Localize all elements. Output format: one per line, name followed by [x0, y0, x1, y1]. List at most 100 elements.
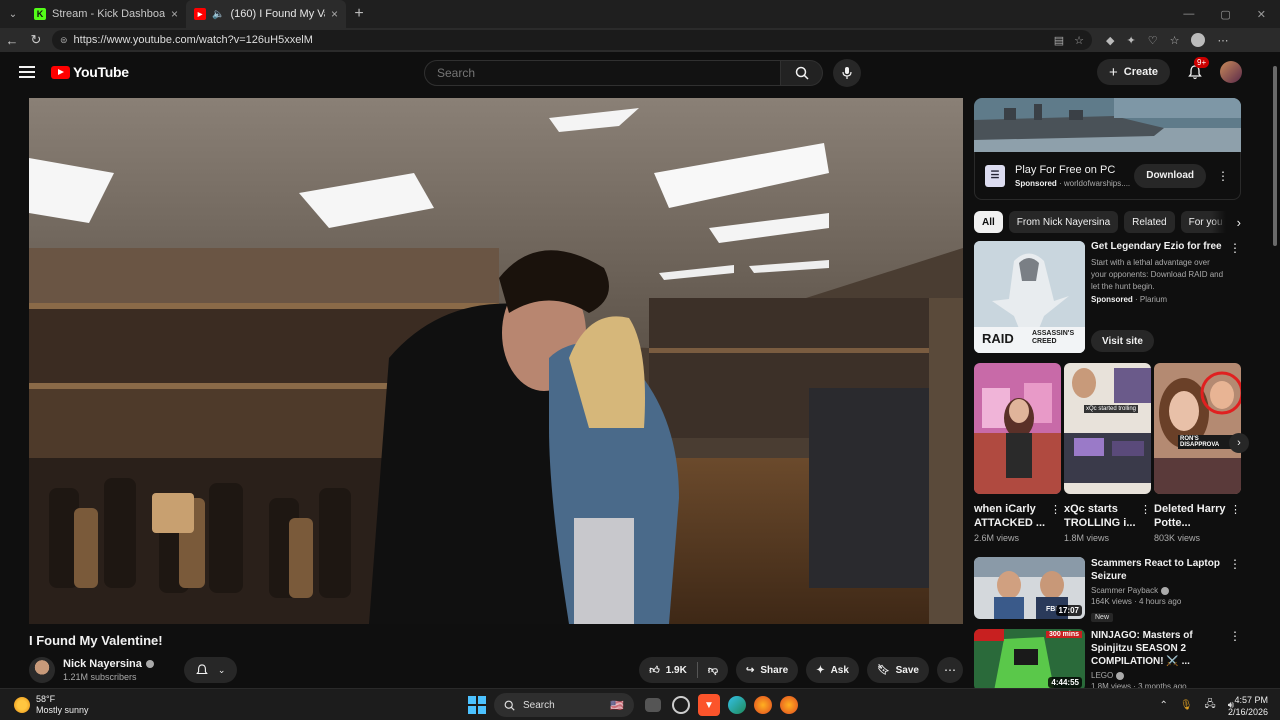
microphone-icon[interactable]: 🎙︎ [1180, 700, 1193, 711]
browser-tab-kick[interactable]: K Stream - Kick Dashboard × [26, 0, 186, 28]
maximize-icon[interactable]: ▢ [1220, 8, 1230, 21]
back-icon[interactable]: ← [0, 33, 24, 48]
search-input[interactable] [424, 60, 781, 86]
chip-from-channel[interactable]: From Nick Nayersina [1008, 211, 1119, 233]
recommended-video[interactable]: FBI 17:07 Scammers React to Laptop Seizu… [974, 557, 1241, 622]
brave-browser-icon[interactable]: ▼ [698, 694, 720, 716]
channel-name[interactable]: Nick Nayersina [63, 658, 142, 670]
menu-icon[interactable] [19, 66, 35, 78]
network-icon[interactable]: 🖧︎ [1205, 697, 1216, 714]
chip-related[interactable]: Related [1124, 211, 1175, 233]
extension-icon[interactable]: ◆ [1106, 34, 1114, 47]
site-info-icon[interactable]: ⊜ [60, 35, 68, 46]
video-title[interactable]: Scammers React to Laptop Seizure [1091, 557, 1227, 583]
create-button[interactable]: + Create [1096, 59, 1170, 85]
video-channel[interactable]: Scammer Payback [1091, 586, 1158, 595]
channel-name-row[interactable]: Nick Nayersina [63, 658, 154, 670]
like-dislike-group: 👍︎ 1.9K 👎︎ [639, 657, 728, 683]
ask-button[interactable]: ✦ Ask [806, 657, 859, 683]
video-thumbnail[interactable]: FBI 17:07 [974, 557, 1085, 619]
favorite-star-icon[interactable]: ☆ [1074, 34, 1084, 47]
ad-title[interactable]: Get Legendary Ezio for free [1091, 241, 1241, 252]
channel-avatar[interactable] [29, 657, 55, 683]
windows-start-icon[interactable] [468, 696, 486, 714]
video-thumbnail[interactable]: 300 mins 4:44:55 [974, 629, 1085, 691]
browser-tab-youtube[interactable]: ▶ 🔈 (160) I Found My Valentine! - × [186, 0, 346, 28]
firefox-icon[interactable] [780, 696, 798, 714]
ad-sponsor-line: Sponsored · worldofwarships.... [1015, 178, 1131, 188]
tab-list-chevron-icon[interactable]: ⌄ [0, 0, 26, 28]
weather-text: 58°F Mostly sunny [36, 694, 89, 716]
ask-label: Ask [830, 664, 849, 676]
clock[interactable]: 4:57 PM 2/16/2026 [1228, 694, 1268, 718]
chevron-up-icon[interactable]: ⌃ [1159, 700, 1167, 711]
close-icon[interactable]: × [171, 7, 178, 21]
short-thumbnail-art [974, 363, 1061, 494]
firefox-icon[interactable] [754, 696, 772, 714]
menu-dots-icon[interactable]: ⋯ [1217, 34, 1228, 47]
share-button[interactable]: ↪ Share [736, 657, 799, 683]
more-vertical-icon[interactable]: ⋮ [1229, 557, 1241, 571]
more-actions-button[interactable]: ⋯ [937, 657, 963, 683]
profile-icon[interactable] [1191, 33, 1206, 47]
search-button[interactable] [781, 60, 823, 86]
short-item[interactable]: when iCarly ATTACKED ... 2.6M views ⋮ [974, 363, 1061, 543]
short-item[interactable]: RON'S DISAPPROVA Deleted Harry Potte... … [1154, 363, 1241, 543]
video-player[interactable] [29, 98, 963, 624]
account-avatar[interactable] [1220, 61, 1242, 83]
reader-view-icon[interactable]: ▤ [1054, 34, 1064, 47]
task-view-icon[interactable] [645, 698, 661, 712]
reload-icon[interactable]: ↻ [24, 32, 48, 48]
short-thumbnail[interactable]: xQc started trolling [1064, 363, 1151, 494]
edge-browser-icon[interactable] [728, 696, 746, 714]
video-channel[interactable]: LEGO [1091, 671, 1113, 680]
recommended-video[interactable]: 300 mins 4:44:55 NINJAGO: Masters of Spi… [974, 629, 1241, 691]
sponsored-ad-card[interactable]: ☰ Play For Free on PC Sponsored · worldo… [974, 152, 1241, 200]
video-title[interactable]: NINJAGO: Masters of Spinjitzu SEASON 2 C… [1091, 629, 1227, 668]
youtube-logo[interactable]: YouTube [51, 64, 129, 80]
speaker-icon[interactable]: 🔈 [212, 9, 224, 20]
short-views: 1.8M views [1064, 533, 1110, 543]
search-icon [504, 700, 515, 711]
short-item[interactable]: xQc started trolling xQc starts TROLLING… [1064, 363, 1151, 543]
chip-all[interactable]: All [974, 211, 1003, 233]
subscription-bell-button[interactable]: ⌄ [183, 657, 238, 683]
short-thumbnail[interactable] [974, 363, 1061, 494]
share-label: Share [760, 664, 789, 676]
puzzle-icon[interactable]: ✦ [1126, 34, 1135, 47]
new-tab-button[interactable]: + [346, 5, 372, 23]
like-button[interactable]: 👍︎ 1.9K [639, 657, 697, 683]
notifications-button[interactable]: 9+ [1184, 57, 1210, 83]
scrollbar-thumb[interactable] [1273, 66, 1277, 246]
browser-address-row: ← ↻ ⊜ https://www.youtube.com/watch?v=12… [0, 28, 1280, 52]
more-vertical-icon[interactable]: ⋮ [1050, 503, 1061, 516]
url-field[interactable]: ⊜ https://www.youtube.com/watch?v=126uH5… [52, 30, 1092, 50]
ad-banner-image[interactable] [974, 98, 1241, 152]
sponsored-video-ad[interactable]: RAID ASSASSIN'S CREED Get Legendary Ezio… [974, 241, 1241, 353]
more-vertical-icon[interactable]: ⋮ [1140, 503, 1151, 516]
more-vertical-icon[interactable]: ⋮ [1216, 169, 1230, 183]
browser-essentials-icon[interactable]: ♡ [1148, 34, 1158, 47]
close-icon[interactable]: × [331, 7, 338, 21]
save-button[interactable]: 🔖︎ Save [866, 657, 929, 683]
minimize-icon[interactable]: — [1183, 8, 1194, 21]
chevron-right-icon[interactable]: › [1211, 211, 1241, 233]
ad-thumbnail[interactable]: RAID ASSASSIN'S CREED [974, 241, 1085, 353]
dislike-button[interactable]: 👎︎ [698, 657, 728, 683]
youtube-header: YouTube + Create 9+ [0, 52, 1270, 92]
close-window-icon[interactable]: ✕ [1257, 8, 1266, 21]
github-desktop-icon[interactable] [672, 696, 690, 714]
video-overlay-text: 300 mins [1046, 631, 1082, 638]
short-thumbnail[interactable]: RON'S DISAPPROVA [1154, 363, 1241, 494]
favorites-icon[interactable]: ☆ [1170, 34, 1180, 47]
visit-site-button[interactable]: Visit site [1091, 330, 1154, 352]
voice-search-button[interactable] [833, 59, 861, 87]
more-vertical-icon[interactable]: ⋮ [1229, 241, 1241, 255]
more-vertical-icon[interactable]: ⋮ [1230, 503, 1241, 516]
more-vertical-icon[interactable]: ⋮ [1229, 629, 1241, 643]
chevron-right-icon[interactable]: › [1229, 433, 1249, 453]
download-button[interactable]: Download [1134, 163, 1206, 188]
weather-widget[interactable]: 58°F Mostly sunny [14, 694, 89, 716]
page-scrollbar[interactable] [1272, 58, 1278, 682]
taskbar-search[interactable]: Search 🇺🇸 [494, 693, 634, 717]
